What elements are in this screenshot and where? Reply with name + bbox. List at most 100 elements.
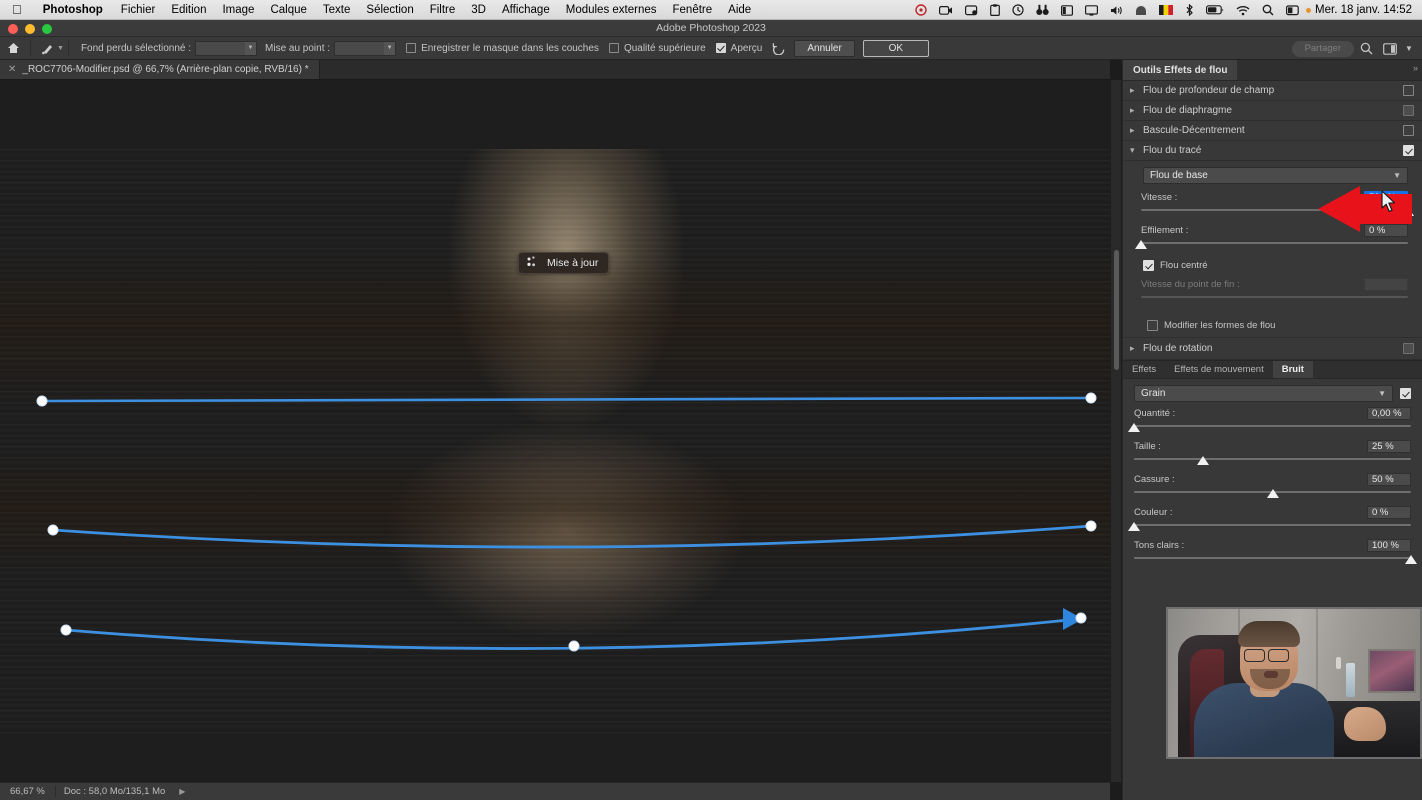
app-badge-icon[interactable] [959,4,984,16]
slider-knob[interactable] [1128,423,1140,432]
reset-arrow-icon[interactable] [772,42,786,55]
blur-path-overlay[interactable] [0,80,1110,782]
volume-icon[interactable] [1104,5,1129,16]
path-blur-mode-select[interactable]: Flou de base ▼ [1143,167,1408,184]
clipboard-icon[interactable] [984,4,1006,16]
dropbox-icon[interactable] [909,4,933,16]
noise-quantity-input[interactable]: 0,00 % [1367,407,1411,420]
close-icon[interactable]: ✕ [8,64,16,75]
tunnelbear-icon[interactable] [1129,5,1153,16]
chevron-down-icon[interactable]: ▾ [1130,145,1143,156]
edit-blur-shapes-row[interactable]: Modifier les formes de flou [1145,316,1408,333]
tab-effets[interactable]: Effets [1123,361,1165,378]
chevron-down-icon[interactable]: ▼ [1393,171,1401,180]
canvas-area[interactable]: Mise à jour ✕ ■ Nik Collection Selective… [0,80,1110,782]
chevron-right-icon[interactable]: ▶ [173,787,191,796]
menu-texte[interactable]: Texte [315,4,359,16]
taper-slider[interactable] [1135,240,1408,252]
slider-knob[interactable] [1266,489,1279,498]
canvas-vertical-scrollbar[interactable] [1110,80,1121,782]
blur-type-checkbox[interactable] [1403,105,1414,116]
scrollbar-thumb[interactable] [1114,250,1119,370]
spotlight-search-icon[interactable] [1256,4,1280,16]
menu-affichage[interactable]: Affichage [494,4,558,16]
tab-bruit[interactable]: Bruit [1272,361,1313,378]
chevron-down-icon[interactable]: ▼ [1402,37,1416,60]
preview-checkbox[interactable] [715,43,726,53]
noise-roughness-input[interactable]: 50 % [1367,473,1411,486]
chevron-down-icon[interactable]: ▼ [57,45,64,52]
noise-size-input[interactable]: 25 % [1367,440,1411,453]
document-size-info[interactable]: Doc : 58,0 Mo/135,1 Mo [54,786,173,797]
zoom-level[interactable]: 66,67 % [0,786,55,797]
slider-knob[interactable] [1405,555,1417,564]
chevron-right-icon[interactable]: ▸ [1130,105,1143,116]
stepper-icon[interactable]: ▼ [245,41,257,55]
menu-selection[interactable]: Sélection [358,4,421,16]
noise-enabled-checkbox[interactable] [1400,388,1411,399]
noise-quantity-slider[interactable] [1128,423,1411,435]
screen-record-icon[interactable] [933,5,959,16]
centered-blur-row[interactable]: Flou centré [1141,256,1408,273]
blur-type-checkbox[interactable] [1403,343,1414,354]
belgium-flag-icon[interactable] [1153,5,1179,15]
noise-roughness-slider[interactable] [1134,489,1411,501]
blur-type-path[interactable]: ▾ Flou du tracé [1123,141,1422,161]
document-tab[interactable]: ✕ _ROC7706-Modifier.psd @ 66,7% (Arrière… [0,60,320,79]
slider-knob[interactable] [1135,240,1147,249]
blur-type-field-depth[interactable]: ▸ Flou de profondeur de champ [1123,81,1422,101]
share-button[interactable]: Partager [1291,40,1354,57]
menu-aide[interactable]: Aide [720,4,759,16]
menu-bar-clock[interactable]: Mer. 18 janv. 14:52 [1311,4,1422,16]
tab-blur-tools[interactable]: Outils Effets de flou [1123,60,1238,80]
minimize-window-button[interactable] [25,23,35,34]
noise-type-select[interactable]: Grain ▼ [1134,385,1393,402]
high-quality-checkbox[interactable] [608,43,619,53]
stepper-icon[interactable]: ▼ [384,41,396,55]
slider-knob[interactable] [1197,456,1210,465]
home-icon[interactable] [0,37,26,60]
blur-type-checkbox[interactable] [1403,85,1414,96]
menu-edition[interactable]: Edition [163,4,214,16]
blur-type-checkbox[interactable] [1403,125,1414,136]
save-mask-checkbox[interactable] [406,43,417,53]
workspace-icon[interactable] [1378,37,1402,60]
battery-icon[interactable] [1200,5,1230,15]
update-button[interactable]: Mise à jour [518,252,610,274]
edit-blur-shapes-checkbox[interactable] [1147,320,1158,331]
noise-color-slider[interactable] [1128,522,1411,534]
chevron-right-icon[interactable]: ▸ [1130,343,1143,354]
menu-app-name[interactable]: Photoshop [33,4,113,16]
menu-filtre[interactable]: Filtre [422,4,464,16]
slider-knob[interactable] [1128,522,1140,531]
blur-type-tilt-shift[interactable]: ▸ Bascule-Décentrement [1123,121,1422,141]
control-center-icon[interactable] [1280,4,1305,16]
noise-highlights-input[interactable]: 100 % [1367,539,1411,552]
menu-fichier[interactable]: Fichier [113,4,164,16]
maximize-window-button[interactable] [42,23,52,34]
apple-logo-icon[interactable]:  [0,3,33,16]
bluetooth-icon[interactable] [1179,4,1200,16]
chevron-down-icon[interactable]: ▼ [1378,389,1386,398]
split-view-icon[interactable] [1055,4,1079,16]
history-icon[interactable] [1006,4,1030,16]
menu-modules-externes[interactable]: Modules externes [558,4,665,16]
binoculars-icon[interactable] [1030,4,1055,16]
menu-fenetre[interactable]: Fenêtre [665,4,721,16]
noise-highlights-slider[interactable] [1134,555,1417,567]
menu-calque[interactable]: Calque [262,4,314,16]
focus-input[interactable]: ▼ [334,40,397,56]
close-window-button[interactable] [8,23,18,34]
noise-size-slider[interactable] [1134,456,1411,468]
cancel-button[interactable]: Annuler [794,39,855,57]
wifi-icon[interactable] [1230,5,1256,16]
chevron-right-icon[interactable]: ▸ [1130,85,1143,96]
tab-effets-de-mouvement[interactable]: Effets de mouvement [1165,361,1273,378]
chevron-right-icon[interactable]: ▸ [1130,125,1143,136]
menu-image[interactable]: Image [214,4,262,16]
bleed-input[interactable]: ▼ [195,40,258,56]
search-icon[interactable] [1354,37,1378,60]
menu-3d[interactable]: 3D [463,4,494,16]
double-chevron-icon[interactable]: » [1413,63,1418,73]
centered-blur-checkbox[interactable] [1143,260,1154,271]
